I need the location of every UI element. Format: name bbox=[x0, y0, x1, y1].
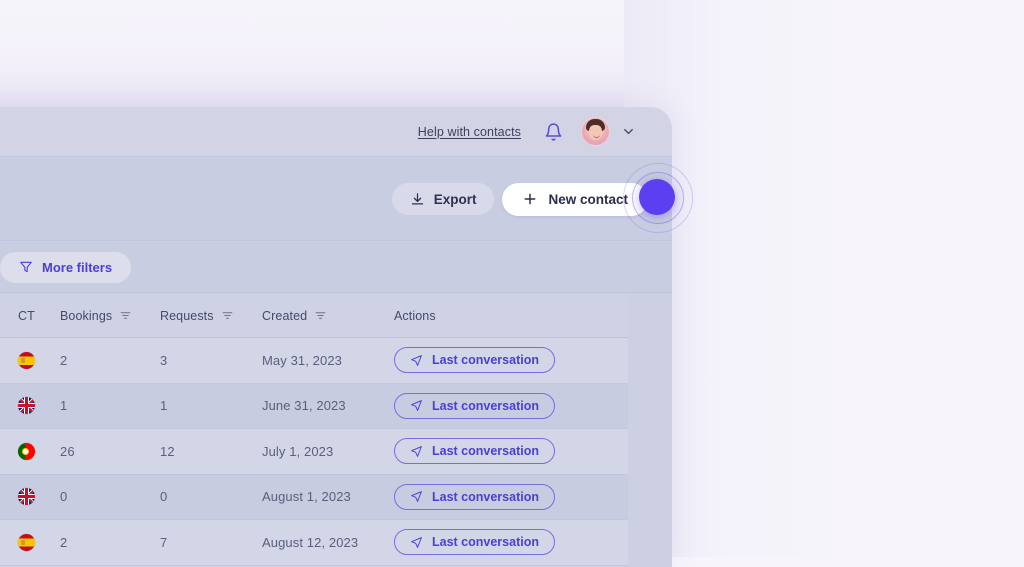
more-filters-button[interactable]: More filters bbox=[0, 252, 131, 283]
last-conversation-button[interactable]: Last conversation bbox=[394, 393, 555, 419]
more-filters-label: More filters bbox=[42, 260, 112, 275]
column-header-bookings[interactable]: Bookings bbox=[60, 309, 160, 323]
table-row[interactable]: 999 999 27August 12, 2023 Last conversatio… bbox=[0, 520, 628, 566]
cell-number: 999 999 bbox=[0, 398, 18, 413]
cell-requests: 12 bbox=[160, 444, 262, 459]
last-conversation-button[interactable]: Last conversation bbox=[394, 484, 555, 510]
cell-actions: Last conversation bbox=[394, 438, 628, 464]
column-header-number[interactable]: mber bbox=[0, 309, 18, 323]
flag-portugal bbox=[18, 443, 35, 460]
cell-created: July 1, 2023 bbox=[262, 444, 394, 459]
contacts-table: mber CT Bookings Requests bbox=[0, 294, 628, 567]
cell-actions: Last conversation bbox=[394, 529, 628, 555]
column-header-actions-label: Actions bbox=[394, 309, 436, 323]
column-header-created[interactable]: Created bbox=[262, 309, 394, 323]
cell-number: 999 999 bbox=[0, 489, 18, 504]
download-icon bbox=[410, 192, 425, 207]
table-header-row: mber CT Bookings Requests bbox=[0, 294, 628, 338]
cell-actions: Last conversation bbox=[394, 484, 628, 510]
plus-icon bbox=[522, 191, 538, 207]
sort-icon[interactable] bbox=[221, 309, 234, 322]
cell-created: May 31, 2023 bbox=[262, 353, 394, 368]
cell-bookings: 1 bbox=[60, 398, 160, 413]
cell-country bbox=[18, 352, 60, 369]
app-toolbar: Export New contact bbox=[0, 158, 672, 241]
last-conversation-button[interactable]: Last conversation bbox=[394, 529, 555, 555]
cell-requests: 0 bbox=[160, 489, 262, 504]
cell-bookings: 2 bbox=[60, 535, 160, 550]
export-button-label: Export bbox=[434, 192, 477, 207]
last-conversation-label: Last conversation bbox=[432, 535, 539, 549]
cell-created: August 1, 2023 bbox=[262, 489, 394, 504]
flag-spain bbox=[18, 534, 35, 551]
click-indicator-dot[interactable] bbox=[639, 179, 675, 215]
cell-number: 999 999 bbox=[0, 353, 18, 368]
cell-bookings: 0 bbox=[60, 489, 160, 504]
table-row[interactable]: 999 999 2612July 1, 2023 Last conversation bbox=[0, 429, 628, 475]
cell-requests: 1 bbox=[160, 398, 262, 413]
cell-created: June 31, 2023 bbox=[262, 398, 394, 413]
last-conversation-label: Last conversation bbox=[432, 399, 539, 413]
send-icon bbox=[410, 354, 423, 367]
sort-icon[interactable] bbox=[314, 309, 327, 322]
cell-number: 999 999 bbox=[0, 444, 18, 459]
sort-icon[interactable] bbox=[119, 309, 132, 322]
last-conversation-button[interactable]: Last conversation bbox=[394, 438, 555, 464]
column-header-ct[interactable]: CT bbox=[18, 309, 60, 323]
avatar-smile bbox=[593, 133, 600, 138]
new-contact-button-label: New contact bbox=[548, 192, 628, 207]
column-header-ct-label: CT bbox=[18, 309, 35, 323]
app-window: Help with contacts Export bbox=[0, 107, 672, 567]
last-conversation-label: Last conversation bbox=[432, 490, 539, 504]
table-row[interactable]: 999 999 23May 31, 2023 Last conversation bbox=[0, 338, 628, 384]
flag-spain bbox=[18, 352, 35, 369]
cell-requests: 3 bbox=[160, 353, 262, 368]
cell-country bbox=[18, 397, 60, 414]
cell-requests: 7 bbox=[160, 535, 262, 550]
cell-actions: Last conversation bbox=[394, 393, 628, 419]
cell-bookings: 2 bbox=[60, 353, 160, 368]
flag-united-kingdom bbox=[18, 488, 35, 505]
cell-country bbox=[18, 443, 60, 460]
last-conversation-label: Last conversation bbox=[432, 353, 539, 367]
chevron-down-icon[interactable] bbox=[621, 124, 636, 139]
column-header-created-label: Created bbox=[262, 309, 307, 323]
cell-created: August 12, 2023 bbox=[262, 535, 394, 550]
send-icon bbox=[410, 490, 423, 503]
avatar[interactable] bbox=[581, 117, 610, 146]
send-icon bbox=[410, 445, 423, 458]
page-background-right bbox=[624, 0, 1024, 557]
app-header: Help with contacts bbox=[0, 107, 672, 157]
cell-country bbox=[18, 534, 60, 551]
funnel-icon bbox=[19, 260, 33, 274]
column-header-actions: Actions bbox=[394, 309, 628, 323]
cell-bookings: 26 bbox=[60, 444, 160, 459]
flag-united-kingdom bbox=[18, 397, 35, 414]
table-row[interactable]: 999 99911June 31, 2023Last conversation bbox=[0, 384, 628, 430]
column-header-bookings-label: Bookings bbox=[60, 309, 112, 323]
table-row[interactable]: 999 99900August 1, 2023Last conversation bbox=[0, 475, 628, 521]
table-body: 999 99923May 31, 2023Last conversation99… bbox=[0, 338, 628, 566]
column-header-requests-label: Requests bbox=[160, 309, 214, 323]
send-icon bbox=[410, 399, 423, 412]
bell-icon[interactable] bbox=[543, 121, 563, 143]
filter-bar: More filters bbox=[0, 242, 672, 293]
export-button[interactable]: Export bbox=[392, 183, 495, 215]
cell-country bbox=[18, 488, 60, 505]
column-header-requests[interactable]: Requests bbox=[160, 309, 262, 323]
send-icon bbox=[410, 536, 423, 549]
help-with-contacts-link[interactable]: Help with contacts bbox=[418, 125, 521, 139]
cell-number: 999 999 bbox=[0, 535, 18, 550]
last-conversation-label: Last conversation bbox=[432, 444, 539, 458]
cell-actions: Last conversation bbox=[394, 347, 628, 373]
last-conversation-button[interactable]: Last conversation bbox=[394, 347, 555, 373]
